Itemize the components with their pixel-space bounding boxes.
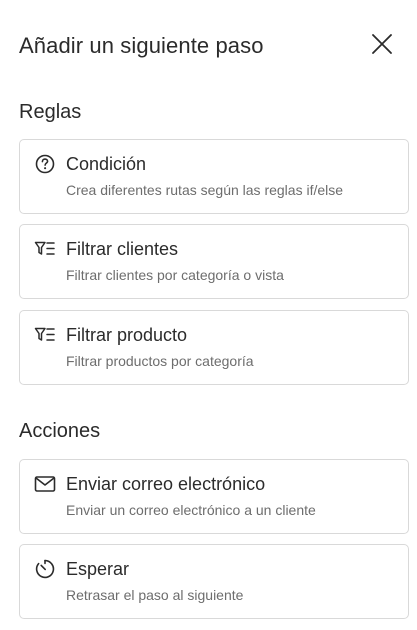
close-button[interactable] <box>368 32 396 60</box>
step-option-filter-product[interactable]: Filtrar producto Filtrar productos por c… <box>19 310 409 385</box>
step-option-title: Condición <box>66 154 147 174</box>
step-option-description: Crea diferentes rutas según las reglas i… <box>66 182 344 198</box>
step-option-title: Filtrar clientes <box>66 239 179 259</box>
step-option-send-email[interactable]: Enviar correo electrónico Enviar un corr… <box>19 459 409 534</box>
step-option-condition[interactable]: Condición Crea diferentes rutas según la… <box>19 139 409 214</box>
step-option-description: Filtrar clientes por categoría o vista <box>66 267 284 283</box>
step-option-description: Enviar un correo electrónico a un client… <box>66 502 316 518</box>
step-option-description: Filtrar productos por categoría <box>66 353 254 369</box>
step-option-title: Filtrar producto <box>66 325 188 345</box>
step-option-wait[interactable]: Esperar Retrasar el paso al siguiente <box>19 544 409 619</box>
filter-list-icon <box>34 324 56 346</box>
panel-header: Añadir un siguiente paso <box>19 30 398 62</box>
close-icon <box>371 33 393 60</box>
step-option-filter-customers[interactable]: Filtrar clientes Filtrar clientes por ca… <box>19 224 409 299</box>
step-option-title: Esperar <box>66 559 130 579</box>
add-next-step-panel: Añadir un siguiente paso Reglas Condició… <box>0 0 417 630</box>
timer-icon <box>34 558 56 580</box>
page-title: Añadir un siguiente paso <box>19 33 264 58</box>
step-option-title: Enviar correo electrónico <box>66 474 266 494</box>
envelope-icon <box>34 473 56 495</box>
section-heading-actions: Acciones <box>19 420 101 442</box>
section-heading-rules: Reglas <box>19 101 82 123</box>
step-option-description: Retrasar el paso al siguiente <box>66 587 244 603</box>
filter-list-icon <box>34 238 56 260</box>
question-circle-icon <box>34 153 56 175</box>
